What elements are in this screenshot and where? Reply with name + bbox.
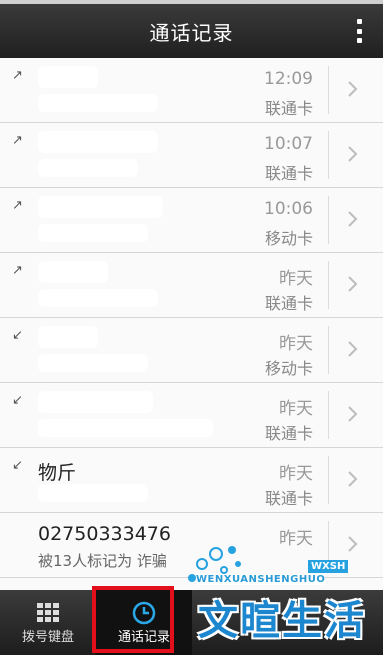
sim-label: 联通卡 (264, 294, 313, 313)
call-log-row[interactable]: ↗ 12:09 联通卡 (0, 58, 383, 123)
sim-label: 联通卡 (264, 424, 313, 443)
incoming-call-icon: ↙ (12, 393, 23, 408)
sim-label: 联通卡 (264, 489, 313, 508)
redaction (38, 326, 98, 348)
divider (328, 261, 329, 309)
dialpad-icon (37, 603, 59, 622)
call-log-row[interactable]: ↗ 昨天 联通卡 (0, 253, 383, 318)
page-title: 通话记录 (149, 20, 234, 45)
tab-dialpad[interactable]: 拨号键盘 (0, 590, 96, 655)
chevron-right-icon[interactable] (342, 141, 364, 167)
redaction (38, 419, 213, 437)
call-log-list[interactable]: ↗ 12:09 联通卡 ↗ 10:07 联通卡 ↗ 10:06 移动卡 ↗ 昨天 (0, 58, 383, 590)
redaction (38, 224, 148, 242)
redaction (38, 289, 158, 307)
redaction (38, 131, 158, 153)
contact-name: 物斤 (38, 462, 77, 484)
redaction (38, 354, 148, 372)
call-time: 昨天 (279, 464, 313, 484)
call-log-row[interactable]: ↙ 昨天 联通卡 (0, 383, 383, 448)
highlight-annotation (92, 586, 174, 653)
chevron-right-icon[interactable] (342, 271, 364, 297)
divider (328, 326, 329, 374)
chevron-right-icon[interactable] (342, 336, 364, 362)
missed-call-icon: ↙ (12, 458, 23, 473)
divider (328, 131, 329, 179)
phone-number: 02750333476 (38, 523, 171, 545)
spam-label: 被13人标记为 诈骗 (38, 552, 167, 570)
app-header: 通话记录 (0, 4, 383, 58)
sim-label: 联通卡 (264, 164, 313, 183)
watermark-title: 文暄生活 (198, 598, 366, 644)
outgoing-call-icon: ↗ (12, 198, 23, 213)
call-log-row[interactable]: ↗ 10:06 移动卡 (0, 188, 383, 253)
outgoing-call-icon: ↗ (12, 68, 23, 83)
divider (328, 66, 329, 114)
chevron-right-icon[interactable] (342, 466, 364, 492)
call-time: 昨天 (279, 334, 313, 354)
redaction (38, 196, 163, 218)
redaction (38, 261, 108, 283)
call-time: 昨天 (279, 269, 313, 289)
sim-label: 移动卡 (264, 359, 313, 378)
watermark-subtitle: WENXUANSHENGHUO (196, 574, 326, 585)
outgoing-call-icon: ↗ (12, 133, 23, 148)
call-time: 昨天 (279, 399, 313, 419)
call-log-row[interactable]: ↗ 10:07 联通卡 (0, 123, 383, 188)
incoming-call-icon: ↙ (12, 328, 23, 343)
call-time: 12:09 (264, 69, 313, 89)
call-log-row[interactable]: ↙ 昨天 移动卡 (0, 318, 383, 383)
divider (328, 456, 329, 504)
redaction (38, 94, 158, 112)
divider (328, 196, 329, 244)
watermark-logo: WXSH WENXUANSHENGHUO 文暄生活 (176, 540, 376, 650)
chevron-right-icon[interactable] (342, 76, 364, 102)
redaction (38, 391, 153, 413)
call-time: 10:06 (264, 199, 313, 219)
divider (328, 391, 329, 439)
redaction (38, 484, 148, 502)
call-log-row[interactable]: ↙ 物斤 昨天 联通卡 (0, 448, 383, 513)
outgoing-call-icon: ↗ (12, 263, 23, 278)
overflow-menu-icon[interactable] (355, 19, 363, 43)
watermark-tag: WXSH (308, 560, 349, 573)
chevron-right-icon[interactable] (342, 401, 364, 427)
sim-label: 联通卡 (264, 99, 313, 118)
redaction (38, 66, 98, 88)
tab-label: 拨号键盘 (21, 630, 74, 645)
chevron-right-icon[interactable] (342, 206, 364, 232)
sim-label: 移动卡 (264, 229, 313, 248)
redaction (38, 159, 138, 177)
call-time: 10:07 (264, 134, 313, 154)
